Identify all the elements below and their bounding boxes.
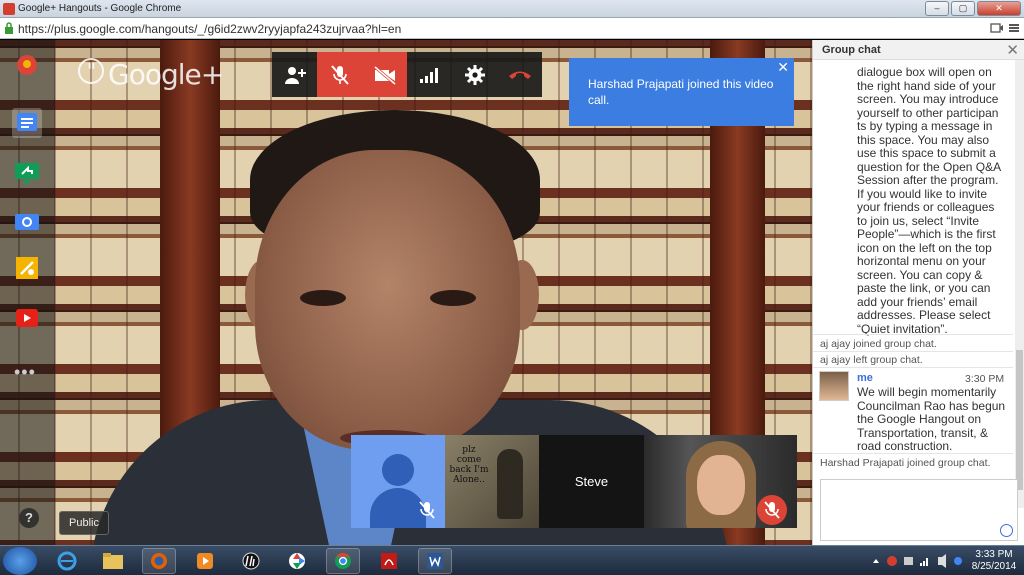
join-notification: Harshad Prajapati joined this video call… <box>569 58 794 126</box>
public-badge[interactable]: Public <box>59 511 109 535</box>
windows-taskbar: 3:33 PM 8/25/2014 <box>0 545 1024 575</box>
media-player-icon[interactable] <box>188 548 222 574</box>
mic-muted-icon <box>330 64 349 85</box>
participant-thumb-steve[interactable]: Steve <box>539 435 644 528</box>
chat-icon[interactable] <box>12 108 42 138</box>
chat-header: Group chat ✕ <box>813 40 1024 60</box>
camera-off-icon <box>373 65 396 85</box>
chat-timestamp: 3:30 PM <box>965 373 1005 385</box>
participant-thumb-4[interactable] <box>644 435 797 528</box>
camera-off-button[interactable] <box>362 52 407 97</box>
notification-text: Harshad Prajapati joined this video call… <box>588 77 774 107</box>
participant-thumb-self[interactable] <box>351 435 445 528</box>
more-icon[interactable]: ••• <box>14 362 36 383</box>
mute-mic-button[interactable] <box>317 52 362 97</box>
hangouts-badge-icon[interactable] <box>12 50 42 80</box>
close-notification-icon[interactable]: ✕ <box>777 59 789 75</box>
help-icon[interactable]: ? <box>19 508 39 528</box>
lock-icon <box>5 22 13 34</box>
maximize-button[interactable]: ▢ <box>951 1 975 16</box>
participant-name: Steve <box>574 474 609 489</box>
invite-people-icon <box>284 66 306 84</box>
word-icon[interactable] <box>418 548 452 574</box>
chat-message-intro: dialogue box will open on the right hand… <box>857 65 1001 336</box>
bandwidth-icon <box>419 67 438 83</box>
acrobat-icon[interactable] <box>372 548 406 574</box>
minimize-button[interactable]: – <box>925 1 949 16</box>
group-chat-panel: Group chat ✕ dialogue box will open on t… <box>812 40 1024 545</box>
mic-muted-icon <box>757 495 787 525</box>
chat-author: me <box>857 372 873 384</box>
call-toolbar <box>272 52 542 97</box>
bandwidth-button[interactable] <box>407 52 452 97</box>
explorer-icon[interactable] <box>96 548 130 574</box>
address-bar[interactable]: https://plus.google.com/hangouts/_/g6id2… <box>0 18 1024 39</box>
url-text[interactable]: https://plus.google.com/hangouts/_/g6id2… <box>18 22 401 36</box>
participant-thumb-2[interactable]: plz come back I'm Alone.. <box>445 435 539 528</box>
youtube-icon[interactable] <box>12 303 42 333</box>
camera-icon[interactable] <box>12 206 42 236</box>
left-app-bar: ••• ? <box>0 40 55 545</box>
settings-icon <box>464 64 485 85</box>
google-plus-logo: " Google+ <box>78 58 224 91</box>
emoji-icon[interactable] <box>1000 524 1013 537</box>
screenshare-icon[interactable] <box>12 158 42 188</box>
close-chat-icon[interactable]: ✕ <box>1006 41 1019 59</box>
end-call-button[interactable] <box>497 52 542 97</box>
clock-time: 3:33 PM <box>975 549 1013 560</box>
gplus-favicon-icon <box>3 3 15 15</box>
menu-icon[interactable] <box>1007 21 1021 35</box>
ie-icon[interactable] <box>50 548 84 574</box>
clock-date: 8/25/2014 <box>971 561 1017 572</box>
end-call-icon <box>508 71 531 79</box>
start-button[interactable] <box>3 547 37 575</box>
participant-filmstrip: plz come back I'm Alone.. Steve <box>351 435 797 528</box>
chat-input[interactable] <box>820 479 1018 541</box>
settings-button[interactable] <box>452 52 497 97</box>
close-window-button[interactable]: ✕ <box>977 1 1021 16</box>
firefox-icon[interactable] <box>142 548 176 574</box>
camera-permission-icon[interactable] <box>990 21 1004 35</box>
hp-icon[interactable] <box>234 548 268 574</box>
chat-system-message: Harshad Prajapati joined group chat. <box>820 457 991 469</box>
taskbar-clock[interactable]: 3:33 PM 8/25/2014 <box>966 549 1022 573</box>
chat-title: Group chat <box>822 44 881 56</box>
thumb-caption: plz come back I'm Alone.. <box>449 445 489 485</box>
chrome-icon[interactable] <box>326 548 360 574</box>
system-tray-icons[interactable] <box>870 554 965 568</box>
mic-muted-icon <box>419 501 435 519</box>
chat-system-message: aj ajay left group chat. <box>820 354 923 366</box>
chat-system-message: aj ajay joined group chat. <box>820 338 937 350</box>
effects-icon[interactable] <box>12 253 42 283</box>
avatar <box>819 371 849 401</box>
window-title: Google+ Hangouts - Google Chrome <box>18 3 182 14</box>
chat-scrollbar[interactable] <box>1015 60 1024 508</box>
window-titlebar: Google+ Hangouts - Google Chrome – ▢ ✕ <box>0 0 1024 18</box>
invite-people-button[interactable] <box>272 52 317 97</box>
chat-message-me: We will begin momentarily Councilman Rao… <box>857 385 1006 453</box>
picasa-icon[interactable] <box>280 548 314 574</box>
